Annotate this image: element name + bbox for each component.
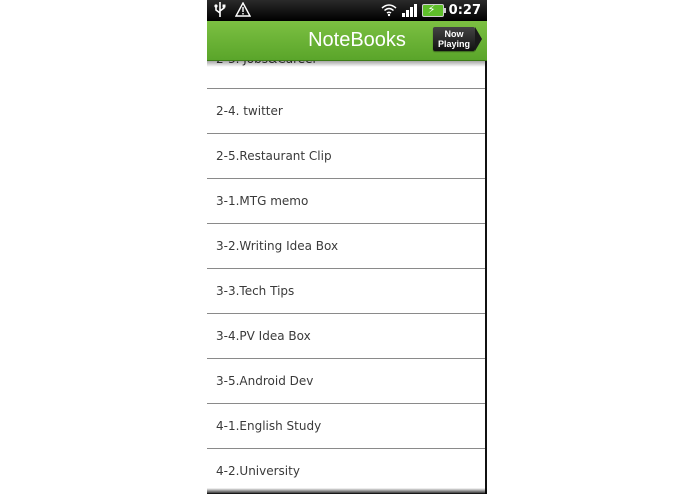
list-item[interactable]: 3-4.PV Idea Box xyxy=(207,314,485,359)
list-item-label: 3-4.PV Idea Box xyxy=(216,329,311,343)
status-bar: ⚡ 0:27 xyxy=(207,0,487,21)
list-item-label: 3-1.MTG memo xyxy=(216,194,309,208)
phone-screen: ⚡ 0:27 2-3. Jobs&Career 2-4. twitter 2-5… xyxy=(207,0,487,494)
usb-icon xyxy=(213,2,227,22)
list-item-label: 3-2.Writing Idea Box xyxy=(216,239,339,253)
list-item-label: 2-4. twitter xyxy=(216,104,283,118)
list-item[interactable]: 2-4. twitter xyxy=(207,89,485,134)
list-item-label: 3-5.Android Dev xyxy=(216,374,314,388)
now-playing-line2: Playing xyxy=(437,39,470,49)
list-item-label: 4-2.University xyxy=(216,464,300,478)
list-item-label: 4-1.English Study xyxy=(216,419,322,433)
wifi-icon xyxy=(381,3,397,19)
list-item[interactable]: 3-3.Tech Tips xyxy=(207,269,485,314)
now-playing-button[interactable]: Now Playing xyxy=(433,27,482,51)
list-item[interactable]: 4-1.English Study xyxy=(207,404,485,449)
list-item[interactable]: 2-5.Restaurant Clip xyxy=(207,134,485,179)
status-right-icons: ⚡ 0:27 xyxy=(381,2,481,19)
list-item[interactable]: 3-2.Writing Idea Box xyxy=(207,224,485,269)
list-item[interactable]: 3-5.Android Dev xyxy=(207,359,485,404)
signal-icon xyxy=(401,4,417,17)
battery-icon: ⚡ xyxy=(421,3,446,17)
list-item-label: 3-3.Tech Tips xyxy=(216,284,295,298)
status-left-icons xyxy=(213,1,252,22)
status-time: 0:27 xyxy=(448,3,481,18)
list-item-label: 2-5.Restaurant Clip xyxy=(216,149,332,163)
notebook-list[interactable]: 2-3. Jobs&Career 2-4. twitter 2-5.Restau… xyxy=(207,44,487,494)
now-playing-line1: Now xyxy=(444,29,464,39)
list-item[interactable]: 3-1.MTG memo xyxy=(207,179,485,224)
bottom-edge-shadow xyxy=(207,488,487,494)
warning-icon xyxy=(234,1,252,22)
title-bar: NoteBooks Now Playing xyxy=(207,21,487,61)
